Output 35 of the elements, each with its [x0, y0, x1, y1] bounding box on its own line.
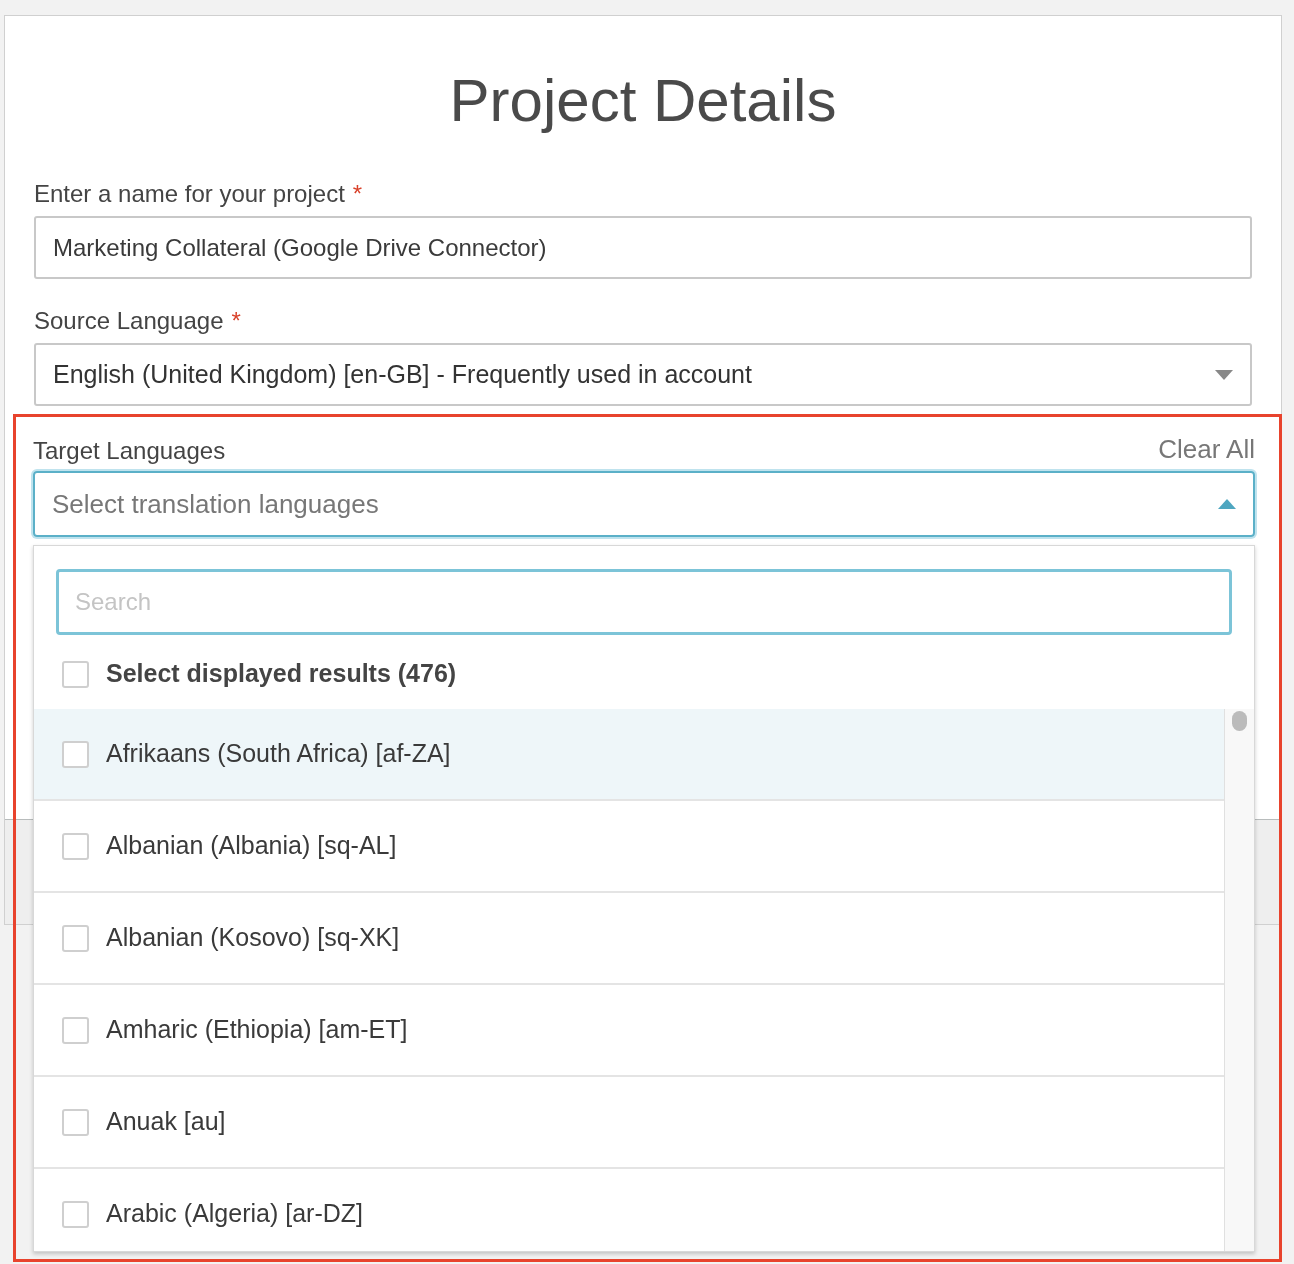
- language-label: Albanian (Kosovo) [sq-XK]: [106, 922, 400, 954]
- checkbox[interactable]: [62, 832, 89, 860]
- language-option[interactable]: Arabic (Algeria) [ar-DZ]: [34, 1169, 1224, 1251]
- field-label: Target Languages: [33, 436, 226, 466]
- checkbox[interactable]: [62, 1200, 89, 1228]
- language-label: Albanian (Albania) [sq-AL]: [106, 830, 397, 862]
- field-label: Source Language: [34, 306, 224, 336]
- language-label: Anuak [au]: [106, 1106, 226, 1138]
- language-option[interactable]: Afrikaans (South Africa) [af-ZA]: [34, 709, 1224, 801]
- field-label: Enter a name for your project: [34, 179, 345, 209]
- language-label: Afrikaans (South Africa) [af-ZA]: [106, 738, 451, 770]
- scrollbar-thumb[interactable]: [1232, 711, 1247, 731]
- page-title: Project Details: [448, 71, 838, 131]
- select-all-label[interactable]: Select displayed results (476): [106, 655, 457, 693]
- checkbox[interactable]: [62, 924, 89, 952]
- language-option[interactable]: Albanian (Kosovo) [sq-XK]: [34, 893, 1224, 985]
- caret-down-icon: [1215, 369, 1233, 380]
- search-field[interactable]: Search: [56, 569, 1232, 635]
- project-name-field[interactable]: Marketing Collateral (Google Drive Connector): [34, 216, 1252, 279]
- language-option[interactable]: Anuak [au]: [34, 1077, 1224, 1169]
- checkbox[interactable]: [62, 660, 89, 688]
- caret-up-icon: [1218, 499, 1236, 509]
- scrollbar[interactable]: [1224, 709, 1254, 1251]
- source-language-select[interactable]: English (United Kingdom) [en-GB] - Frequently used in account: [34, 343, 1252, 406]
- checkbox[interactable]: [62, 1108, 89, 1136]
- clear-all-link[interactable]: Clear All: [1158, 430, 1255, 469]
- required-asterisk: *: [231, 306, 241, 336]
- language-label: Amharic (Ethiopia) [am-ET]: [106, 1014, 408, 1046]
- language-label: Arabic (Algeria) [ar-DZ]: [106, 1198, 363, 1230]
- language-option[interactable]: Albanian (Albania) [sq-AL]: [34, 801, 1224, 893]
- required-asterisk: *: [352, 179, 363, 209]
- checkbox[interactable]: [62, 1016, 89, 1044]
- checkbox[interactable]: [62, 740, 89, 768]
- target-languages-select[interactable]: Select translation languages: [33, 471, 1255, 537]
- language-option[interactable]: Amharic (Ethiopia) [am-ET]: [34, 985, 1224, 1077]
